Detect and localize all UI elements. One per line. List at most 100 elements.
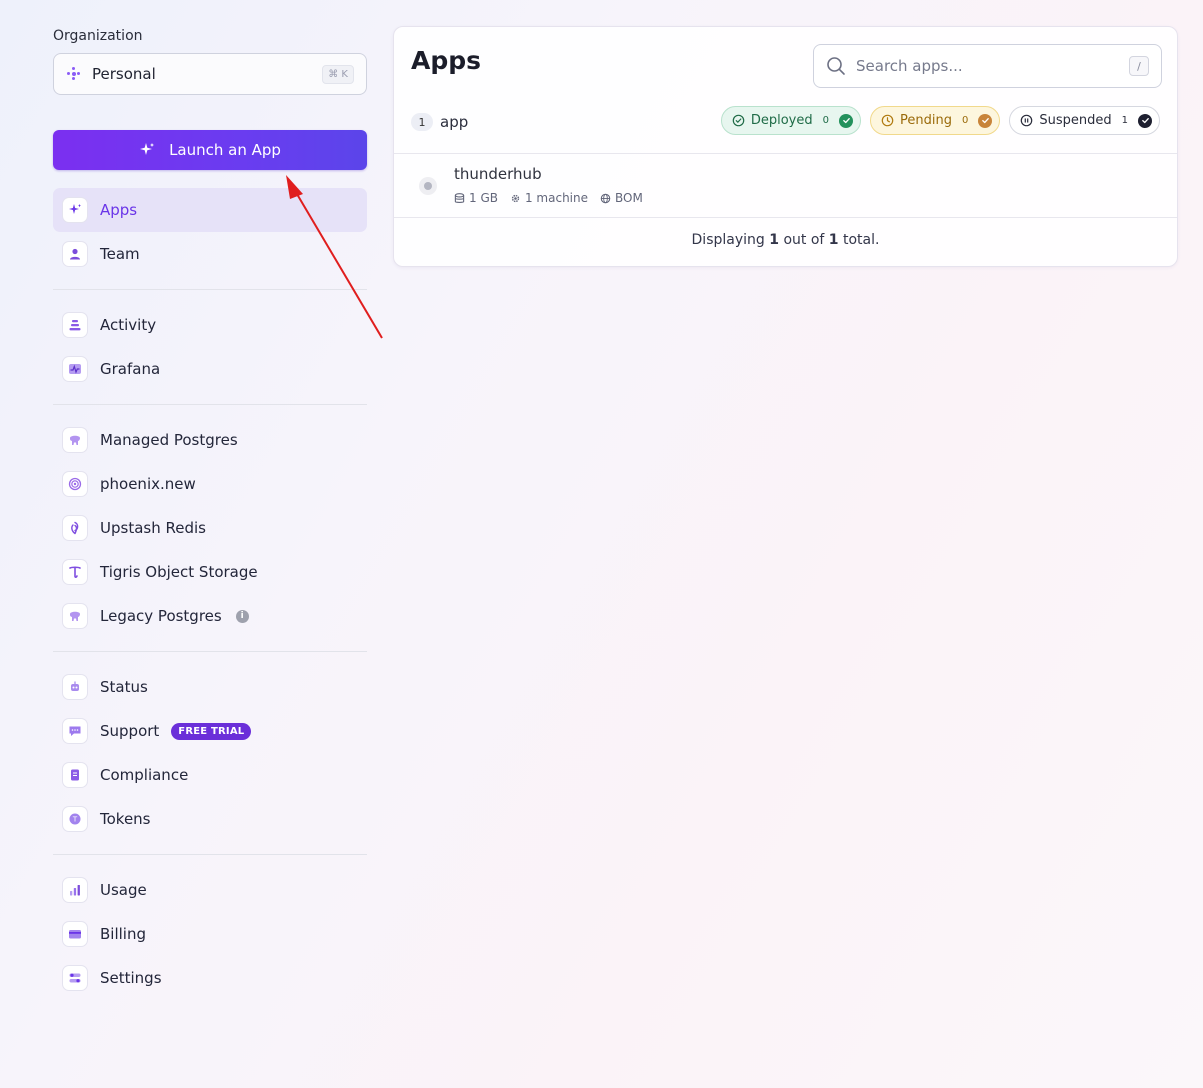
sidebar-item-label: Compliance	[100, 766, 189, 784]
filter-count: 0	[822, 115, 830, 126]
app-count: 1 app	[411, 113, 468, 131]
sidebar-item-compliance[interactable]: Compliance	[53, 753, 367, 797]
sidebar-item-label: Grafana	[100, 360, 161, 378]
app-machines: 1 machine	[510, 191, 588, 205]
filter-checkbox-icon[interactable]	[1138, 113, 1152, 128]
filter-label: Suspended	[1039, 113, 1112, 128]
table-row[interactable]: thunderhub 1 GB 1 machine BOM	[394, 154, 1177, 217]
clock-icon	[881, 114, 894, 127]
app-region-value: BOM	[615, 191, 643, 205]
globe-icon	[600, 193, 611, 203]
bar-chart-icon	[62, 877, 88, 903]
activity-icon	[62, 312, 88, 338]
sidebar-item-apps[interactable]: Apps	[53, 188, 367, 232]
launch-app-button[interactable]: Launch an App	[53, 130, 367, 170]
sidebar-item-label: Tokens	[100, 810, 151, 828]
credit-card-icon	[62, 921, 88, 947]
sidebar-item-status[interactable]: Status	[53, 665, 367, 709]
filter-count: 0	[961, 115, 969, 126]
app-count-number: 1	[411, 113, 433, 131]
sidebar-item-activity[interactable]: Activity	[53, 303, 367, 347]
document-icon	[62, 762, 88, 788]
sidebar-item-upstash-redis[interactable]: Upstash Redis	[53, 506, 367, 550]
free-trial-badge: FREE TRIAL	[171, 722, 252, 740]
sidebar-item-label: Managed Postgres	[100, 431, 238, 449]
sidebar-item-tigris-object-storage[interactable]: Tigris Object Storage	[53, 550, 367, 594]
filter-deployed[interactable]: Deployed 0	[720, 106, 862, 135]
filter-label: Deployed	[750, 113, 813, 128]
summary-total: 1	[828, 232, 839, 248]
status-filters: Deployed 0 Pending 0 Suspended 1	[720, 106, 1160, 135]
sidebar-item-managed-postgres[interactable]: Managed Postgres	[53, 418, 367, 462]
app-region: BOM	[600, 191, 643, 205]
sidebar-item-label: Activity	[100, 316, 157, 334]
sidebar-item-label: phoenix.new	[100, 475, 196, 493]
gear-icon	[511, 194, 520, 202]
check-circle-icon	[732, 114, 745, 127]
sidebar-item-label: Team	[100, 245, 140, 263]
summary-suffix: total.	[838, 232, 880, 248]
org-dots-icon	[66, 66, 82, 82]
sidebar-item-legacy-postgres[interactable]: Legacy Postgres i	[53, 594, 367, 638]
sidebar-item-grafana[interactable]: Grafana	[53, 347, 367, 391]
launch-app-label: Launch an App	[169, 141, 281, 159]
grafana-icon	[62, 356, 88, 382]
sidebar-item-label: Usage	[100, 881, 147, 899]
sidebar-nav: Apps Team Activity Grafana Managed Postgres p…	[53, 188, 367, 1000]
settings-icon	[62, 965, 88, 991]
organization-selector[interactable]: Personal ⌘ K	[53, 53, 367, 95]
filter-suspended[interactable]: Suspended 1	[1009, 106, 1160, 135]
sparkle-icon	[140, 143, 155, 155]
sidebar-item-label: Support	[100, 722, 160, 740]
search-input[interactable]	[856, 57, 1119, 75]
app-name[interactable]: thunderhub	[454, 165, 542, 183]
organization-label: Organization	[53, 28, 143, 44]
status-icon	[62, 674, 88, 700]
search-shortcut-hint: /	[1129, 56, 1149, 76]
sparkle-icon	[62, 197, 88, 223]
search-box: /	[813, 44, 1162, 88]
summary-prefix: Displaying	[691, 232, 770, 248]
filter-count: 1	[1121, 115, 1128, 126]
sidebar-item-usage[interactable]: Usage	[53, 868, 367, 912]
organization-name: Personal	[92, 65, 156, 83]
summary-middle: out of	[779, 232, 829, 248]
app-count-label: app	[440, 113, 469, 131]
elephant-icon	[62, 427, 88, 453]
filter-checkbox-icon[interactable]	[978, 113, 993, 128]
sidebar-item-support[interactable]: Support FREE TRIAL	[53, 709, 367, 753]
spiral-icon	[62, 471, 88, 497]
summary-shown: 1	[769, 232, 779, 248]
filter-label: Pending	[900, 113, 952, 128]
filter-pending[interactable]: Pending 0	[870, 106, 1001, 135]
nav-divider	[53, 404, 367, 405]
sidebar-item-phoenix-new[interactable]: phoenix.new	[53, 462, 367, 506]
sidebar-item-label: Apps	[100, 201, 138, 219]
sidebar-item-billing[interactable]: Billing	[53, 912, 367, 956]
app-machines-value: 1 machine	[524, 191, 589, 205]
sidebar-item-label: Billing	[100, 925, 146, 943]
sidebar-item-settings[interactable]: Settings	[53, 956, 367, 1000]
pagination-summary: Displaying 1 out of 1 total.	[394, 232, 1177, 248]
sidebar-item-label: Tigris Object Storage	[100, 563, 258, 581]
sidebar-item-team[interactable]: Team	[53, 232, 367, 276]
apps-panel: Apps / 1 app Deployed 0 Pending 0 Suspended 1…	[393, 26, 1178, 267]
sidebar-item-label: Upstash Redis	[100, 519, 206, 537]
org-shortcut-hint: ⌘ K	[322, 64, 354, 84]
sidebar-item-label: Status	[100, 678, 148, 696]
nav-divider	[53, 289, 367, 290]
filter-checkbox-icon[interactable]	[839, 113, 854, 128]
sidebar-item-tokens[interactable]: T Tokens	[53, 797, 367, 841]
user-icon	[62, 241, 88, 267]
search-icon	[827, 57, 845, 75]
footer-divider	[394, 217, 1177, 218]
sidebar: Organization Personal ⌘ K Launch an App …	[53, 28, 367, 1000]
chat-icon	[62, 718, 88, 744]
elephant-icon	[62, 603, 88, 629]
app-meta: 1 GB 1 machine BOM	[454, 191, 643, 205]
nav-divider	[53, 651, 367, 652]
info-icon[interactable]: i	[235, 609, 249, 623]
token-icon: T	[62, 806, 88, 832]
nav-divider	[53, 854, 367, 855]
app-memory-value: 1 GB	[469, 191, 498, 205]
